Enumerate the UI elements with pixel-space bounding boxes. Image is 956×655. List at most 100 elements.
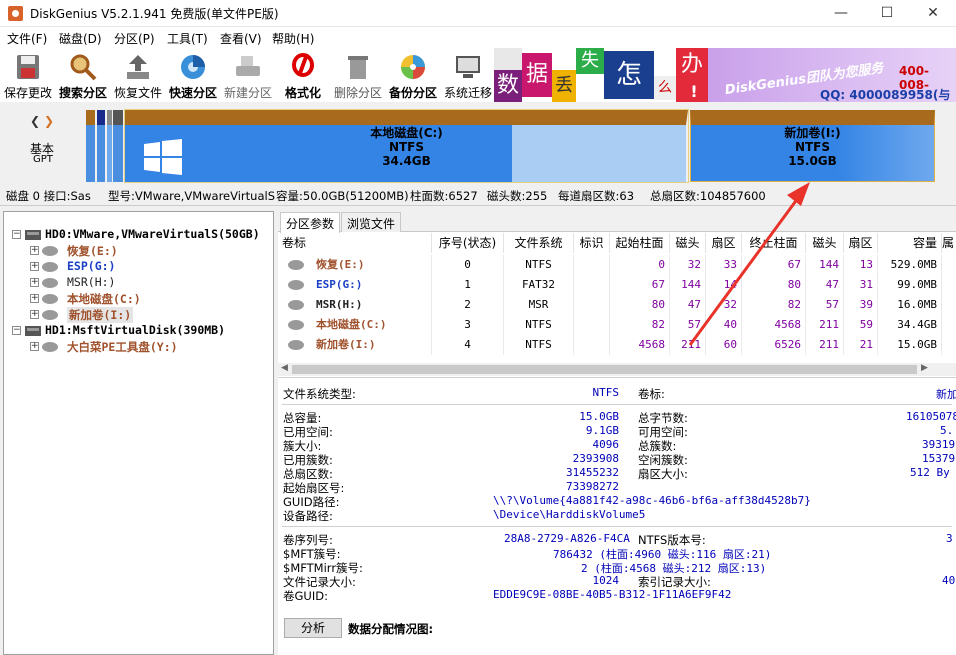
backup-partition-button[interactable]: 备份分区: [385, 48, 441, 102]
scrollbar-thumb[interactable]: [292, 365, 917, 374]
partition-block-c[interactable]: 本地磁盘(C:) NTFS 34.4GB: [125, 110, 688, 182]
migrate-icon: [456, 56, 480, 78]
col-header[interactable]: 容量: [878, 233, 942, 253]
table-cell: 33: [706, 255, 742, 275]
disk-heads: 磁头数:255: [487, 189, 548, 203]
prev-disk-icon[interactable]: ❮: [30, 114, 40, 128]
search-partition-button[interactable]: 搜索分区: [55, 48, 111, 102]
maximize-button[interactable]: ☐: [864, 0, 910, 27]
table-cell: FAT32: [504, 275, 574, 295]
disk-cylinders: 柱面数:6527: [410, 189, 478, 203]
table-cell: NTFS: [504, 255, 574, 275]
table-cell: [574, 275, 610, 295]
table-cell-label: 恢复(E:): [282, 255, 432, 275]
expand-icon[interactable]: +: [30, 278, 39, 287]
table-cell: 80: [610, 295, 670, 315]
partition-block-i[interactable]: 新加卷(I:) NTFS 15.0GB: [690, 110, 935, 182]
menu-file[interactable]: 文件(F): [7, 30, 47, 47]
menu-tools[interactable]: 工具(T): [167, 30, 208, 47]
save-changes-button[interactable]: 保存更改: [0, 48, 56, 102]
table-row[interactable]: 新加卷(I:) 4 NTFS 4568 211 60 6526 211 21 15.0GB: [278, 335, 956, 355]
col-header[interactable]: 扇区: [706, 233, 742, 253]
delete-partition-button[interactable]: 删除分区: [330, 48, 386, 102]
quick-partition-button[interactable]: 快速分区: [165, 48, 221, 102]
menu-disk[interactable]: 磁盘(D): [59, 30, 102, 47]
table-cell: 21: [844, 335, 878, 355]
partition-i-fs: NTFS: [794, 140, 831, 154]
table-cell: 59: [844, 315, 878, 335]
table-cell: 67: [742, 255, 806, 275]
partition-c-size: 34.4GB: [382, 154, 431, 168]
col-header[interactable]: 磁头: [806, 233, 844, 253]
app-icon: [8, 6, 23, 21]
menu-partition[interactable]: 分区(P): [114, 30, 155, 47]
recover-files-button[interactable]: 恢复文件: [110, 48, 166, 102]
table-cell: [574, 335, 610, 355]
menu-view[interactable]: 查看(V): [220, 30, 262, 47]
collapse-icon[interactable]: −: [12, 230, 21, 239]
table-cell: 57: [670, 315, 706, 335]
col-header[interactable]: 文件系统: [504, 233, 574, 253]
table-row[interactable]: 恢复(E:) 0 NTFS 0 32 33 67 144 13 529.0MB: [278, 255, 956, 275]
table-cell: 0: [610, 255, 670, 275]
col-header[interactable]: 序号(状态): [432, 233, 504, 253]
col-header[interactable]: 终止柱面: [742, 233, 806, 253]
expand-icon[interactable]: +: [30, 262, 39, 271]
table-cell: 3: [432, 315, 504, 335]
format-button[interactable]: 格式化: [275, 48, 331, 102]
expand-icon[interactable]: +: [30, 310, 39, 319]
banner-char: 怎: [604, 51, 654, 99]
banner-char: 据: [522, 53, 552, 97]
disk-tree: − HD0:VMware,VMwareVirtualS(50GB) + 恢复(E…: [3, 211, 274, 655]
col-header[interactable]: 标识: [574, 233, 610, 253]
analyze-button[interactable]: 分析: [284, 618, 342, 638]
menu-help[interactable]: 帮助(H): [272, 30, 314, 47]
partition-block-msr[interactable]: [107, 110, 112, 182]
new-partition-button[interactable]: 新建分区: [220, 48, 276, 102]
banner-char: !: [690, 82, 698, 101]
disk-info-bar: 磁盘 0 接口:Sas 型号:VMware,VMwareVirtualS 容量:…: [0, 184, 956, 206]
partition-block-esp[interactable]: [97, 110, 105, 182]
minimize-button[interactable]: —: [818, 0, 864, 27]
table-cell: 1: [432, 275, 504, 295]
col-header[interactable]: 卷标: [282, 233, 432, 253]
col-header[interactable]: 起始柱面: [610, 233, 670, 253]
table-cell: 47: [670, 295, 706, 315]
partition-table: 卷标 序号(状态) 文件系统 标识 起始柱面 磁头 扇区 终止柱面 磁头 扇区 …: [278, 233, 956, 363]
scroll-right-icon[interactable]: ▶: [921, 363, 928, 373]
collapse-icon[interactable]: −: [12, 326, 21, 335]
partition-icon: [42, 246, 58, 256]
close-button[interactable]: ✕: [910, 0, 956, 27]
table-row[interactable]: MSR(H:) 2 MSR 80 47 32 82 57 39 16.0MB: [278, 295, 956, 315]
col-header[interactable]: 磁头: [670, 233, 706, 253]
partition-icon: [42, 342, 58, 352]
table-row[interactable]: 本地磁盘(C:) 3 NTFS 82 57 40 4568 211 59 34.4GB: [278, 315, 956, 335]
table-cell: 47: [806, 275, 844, 295]
partition-block-unknown[interactable]: [113, 110, 123, 182]
expand-icon[interactable]: +: [30, 246, 39, 255]
partition-c-fs: NTFS: [388, 140, 425, 154]
partition-icon: [42, 310, 58, 320]
banner-qq: QQ: 4000089958(与电: [820, 88, 951, 102]
horizontal-scrollbar[interactable]: ◀ ▶: [278, 363, 956, 376]
col-header[interactable]: 扇区: [844, 233, 878, 253]
next-disk-icon[interactable]: ❯: [44, 114, 54, 128]
expand-icon[interactable]: +: [30, 342, 39, 351]
table-row[interactable]: ESP(G:) 1 FAT32 67 144 14 80 47 31 99.0MB: [278, 275, 956, 295]
tab-partition-params[interactable]: 分区参数: [280, 212, 341, 233]
banner-char: 丢: [552, 70, 576, 102]
disk-icon: [25, 326, 41, 336]
col-header[interactable]: 属: [942, 233, 956, 253]
table-cell: [574, 255, 610, 275]
tab-browse-files[interactable]: 浏览文件: [341, 212, 402, 232]
table-cell: 39: [844, 295, 878, 315]
ad-banner[interactable]: 数 据 丢 失 怎 么 办 ! DiskGenius团队为您服务 400-008…: [494, 48, 956, 102]
partition-icon: [42, 262, 58, 272]
expand-icon[interactable]: +: [30, 294, 39, 303]
format-icon: [292, 53, 314, 77]
partition-block-recovery[interactable]: [86, 110, 95, 182]
scroll-left-icon[interactable]: ◀: [281, 363, 288, 373]
disk-model: 型号:VMware,VMwareVirtualS: [108, 189, 275, 203]
table-cell: 13: [844, 255, 878, 275]
system-migrate-button[interactable]: 系统迁移: [440, 48, 496, 102]
